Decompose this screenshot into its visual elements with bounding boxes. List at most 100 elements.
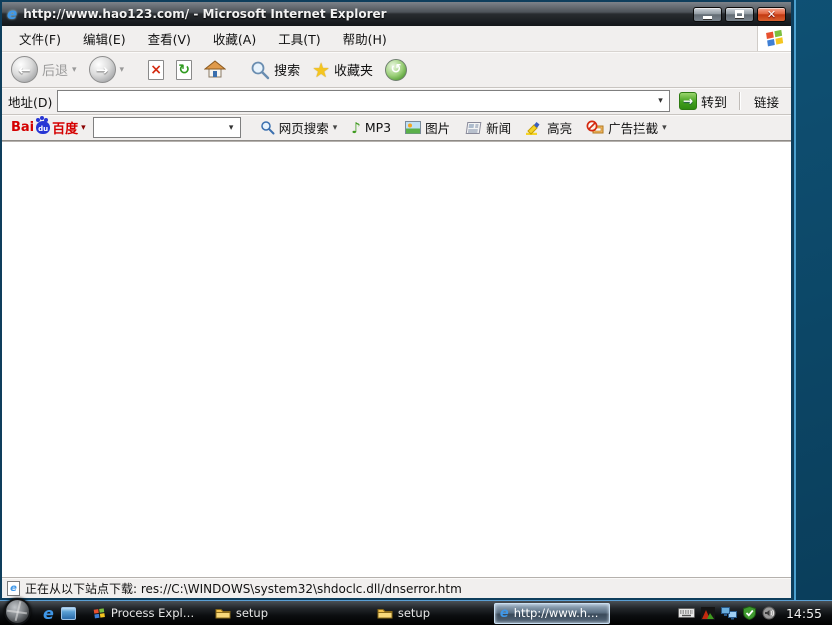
baidu-toolbar: Bai du 百度 ▾ ▾ 网页搜索 ▾ ♪ MP3 图片 新闻 高亮 广告拦截… (2, 115, 791, 141)
quick-launch: e (35, 604, 84, 623)
music-note-icon: ♪ (351, 118, 361, 137)
status-text: 正在从以下站点下载: res://C:\WINDOWS\system32\shd… (25, 581, 462, 596)
quick-launch-ie-icon[interactable]: e (43, 604, 54, 623)
home-button[interactable] (201, 58, 229, 81)
task-buttons: Process Explorer ... setup (88, 602, 664, 624)
highlighter-icon (525, 120, 543, 135)
back-dropdown-icon[interactable]: ▾ (72, 65, 77, 75)
windows-logo-icon (757, 26, 791, 51)
history-button[interactable]: ↺ (382, 57, 410, 83)
baidu-search-field[interactable]: ▾ (92, 117, 241, 138)
back-label: 后退 (42, 64, 69, 79)
stop-button[interactable]: × (145, 58, 167, 82)
menu-file[interactable]: 文件(F) (8, 25, 72, 52)
links-button[interactable]: 链接 (748, 92, 785, 111)
title-bar[interactable]: e http://www.hao123.com/ - Microsoft Int… (2, 2, 791, 26)
minimize-icon (703, 15, 712, 19)
address-bar: 地址(D) ▾ → 转到 链接 (2, 88, 791, 115)
keyboard-layout-icon[interactable] (677, 608, 695, 618)
picture-icon (405, 121, 422, 134)
close-button[interactable]: ✕ (757, 6, 786, 22)
baidu-mp3-button[interactable]: ♪ MP3 (346, 117, 396, 139)
taskbar-clock[interactable]: 14:55 (786, 606, 822, 621)
newspaper-icon (464, 121, 482, 135)
address-label: 地址(D) (8, 94, 53, 110)
go-button[interactable]: → 转到 (675, 91, 731, 112)
forward-dropdown-icon[interactable]: ▾ (120, 65, 125, 75)
page-content (2, 141, 791, 577)
taskbar-task-setup-2[interactable]: setup (372, 603, 488, 624)
menu-edit[interactable]: 编辑(E) (72, 25, 137, 52)
taskbar-task-process-explorer[interactable]: Process Explorer ... (88, 603, 204, 624)
taskbar: e Process Explorer ... (0, 598, 832, 625)
links-separator (738, 92, 740, 110)
ie-logo-icon: e (7, 5, 18, 23)
forward-button[interactable]: → ▾ (86, 54, 128, 85)
baidu-highlight-button[interactable]: 高亮 (520, 116, 577, 139)
baidu-logo-cn: 百度 (52, 122, 79, 137)
baidu-adblock-label: 广告拦截 (608, 121, 659, 136)
ad-block-icon (586, 120, 604, 135)
status-bar: e 正在从以下站点下载: res://C:\WINDOWS\system32\s… (2, 577, 791, 598)
baidu-adblock-button[interactable]: 广告拦截 ▾ (581, 116, 672, 139)
security-shield-icon[interactable] (742, 606, 756, 620)
baidu-search-input[interactable] (93, 120, 223, 135)
close-icon: ✕ (766, 7, 777, 21)
go-label: 转到 (700, 95, 727, 111)
favorites-label: 收藏夹 (334, 64, 374, 79)
baidu-images-label: 图片 (425, 121, 451, 136)
minimize-button[interactable] (693, 6, 722, 22)
history-icon: ↺ (385, 58, 408, 81)
windows-app-icon (93, 607, 106, 620)
window-title: http://www.hao123.com/ - Microsoft Inter… (23, 7, 387, 21)
favorites-button[interactable]: ★ 收藏夹 (309, 56, 376, 84)
desktop: e http://www.hao123.com/ - Microsoft Int… (0, 0, 832, 625)
go-arrow-icon: → (678, 92, 697, 110)
baidu-logo-button[interactable]: Bai du 百度 ▾ (8, 117, 89, 138)
menu-help[interactable]: 帮助(H) (332, 25, 398, 52)
window-controls: ✕ (693, 6, 786, 22)
address-dropdown-icon[interactable]: ▾ (652, 91, 669, 111)
traffic-monitor-icon[interactable] (700, 606, 715, 620)
baidu-web-search-label: 网页搜索 (278, 121, 329, 136)
network-icon[interactable] (720, 606, 737, 620)
refresh-button[interactable]: ↻ (173, 58, 195, 82)
baidu-logo-dropdown-icon[interactable]: ▾ (81, 123, 86, 133)
address-field[interactable]: ▾ (57, 90, 670, 112)
menu-favorites[interactable]: 收藏(A) (202, 25, 267, 52)
navigation-toolbar: ← 后退 ▾ → ▾ × ↻ 搜索 ★ 收藏夹 ↺ (2, 52, 791, 88)
baidu-web-search-dropdown-icon[interactable]: ▾ (333, 123, 338, 133)
ie-icon: e (499, 605, 509, 621)
taskbar-task-ie-active[interactable]: e http://www.hao... (493, 602, 610, 624)
quick-launch-window-icon[interactable] (60, 606, 76, 620)
back-button[interactable]: ← 后退 ▾ (8, 54, 80, 85)
favorites-star-icon: ★ (312, 57, 331, 82)
search-button[interactable]: 搜索 (247, 58, 303, 82)
maximize-icon (735, 10, 744, 18)
address-input[interactable] (58, 92, 652, 110)
volume-icon[interactable] (762, 606, 776, 620)
system-tray: 14:55 (668, 606, 828, 621)
home-icon (204, 60, 227, 79)
baidu-search-dropdown-icon[interactable]: ▾ (223, 118, 240, 137)
baidu-search-icon (260, 120, 275, 135)
folder-icon (377, 607, 393, 619)
baidu-images-button[interactable]: 图片 (400, 116, 455, 139)
refresh-icon: ↻ (176, 59, 193, 80)
baidu-adblock-dropdown-icon[interactable]: ▾ (662, 123, 667, 133)
start-button[interactable] (4, 598, 31, 625)
stop-icon: × (148, 59, 165, 80)
back-icon: ← (11, 56, 38, 83)
maximize-button[interactable] (725, 6, 754, 22)
menu-view[interactable]: 查看(V) (137, 25, 202, 52)
taskbar-task-setup-1[interactable]: setup (210, 603, 326, 624)
search-label: 搜索 (274, 64, 301, 79)
baidu-news-button[interactable]: 新闻 (459, 116, 516, 139)
baidu-mp3-label: MP3 (364, 120, 392, 135)
forward-icon: → (88, 56, 116, 83)
document-icon: e (7, 580, 20, 596)
menu-tools[interactable]: 工具(T) (267, 25, 331, 52)
ie-browser-window: e http://www.hao123.com/ - Microsoft Int… (0, 0, 794, 600)
baidu-web-search-button[interactable]: 网页搜索 ▾ (255, 116, 343, 139)
menu-bar: 文件(F) 编辑(E) 查看(V) 收藏(A) 工具(T) 帮助(H) (2, 26, 791, 52)
